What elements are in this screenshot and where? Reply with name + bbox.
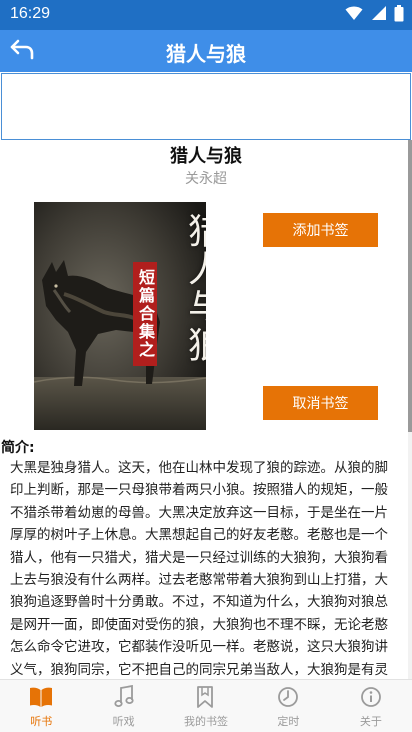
- book-author: 关永超: [185, 171, 227, 187]
- nav-label-timer: 定时: [277, 716, 300, 728]
- book-open-icon: [29, 685, 53, 709]
- status-icons: [345, 4, 404, 26]
- nav-label-about: 关于: [359, 716, 382, 728]
- intro-label: 简介:: [1, 440, 35, 456]
- cover-subtitle: 短篇合集之: [133, 262, 157, 366]
- nav-label-listen-opera: 听戏: [112, 716, 135, 728]
- nav-item-listen-book[interactable]: 听书: [0, 680, 82, 732]
- banner-area: [1, 73, 411, 140]
- book-title: 猎人与狼: [170, 146, 242, 167]
- cover-title: 猎人与狼: [182, 212, 206, 364]
- add-bookmark-button[interactable]: 添加书签: [263, 213, 378, 247]
- signal-icon: [370, 5, 387, 25]
- nav-item-my-bookmarks[interactable]: 我的书签: [165, 680, 247, 732]
- timer-icon: [276, 685, 300, 709]
- intro-text: 大黑是独身猎人。这天，他在山林中发现了狼的踪迹。从狼的脚印上判断，那是一只母狼带…: [10, 460, 388, 678]
- status-time: 16:29: [10, 5, 51, 22]
- wifi-icon: [345, 5, 363, 25]
- nav-item-timer[interactable]: 定时: [247, 680, 329, 732]
- nav-item-listen-opera[interactable]: 听戏: [82, 680, 164, 732]
- music-note-icon: [112, 685, 136, 709]
- battery-icon: [394, 4, 404, 26]
- info-icon: [359, 685, 383, 709]
- bookmark-icon: [194, 685, 218, 709]
- app-bar: 猎人与狼: [0, 30, 412, 72]
- cover-artwork: [34, 202, 206, 430]
- page-title: 猎人与狼: [166, 42, 246, 66]
- nav-item-about[interactable]: 关于: [330, 680, 412, 732]
- book-cover: 短篇合集之 猎人与狼: [34, 202, 206, 430]
- status-bar: 16:29: [0, 0, 412, 30]
- scrollbar-thumb[interactable]: [408, 140, 412, 432]
- nav-label-listen-book: 听书: [30, 716, 53, 728]
- bottom-nav: 听书 听戏 我的书签 定时 关于: [0, 679, 412, 732]
- nav-label-my-bookmarks: 我的书签: [184, 716, 229, 728]
- scrollbar[interactable]: [408, 140, 412, 679]
- remove-bookmark-button[interactable]: 取消书签: [263, 386, 378, 420]
